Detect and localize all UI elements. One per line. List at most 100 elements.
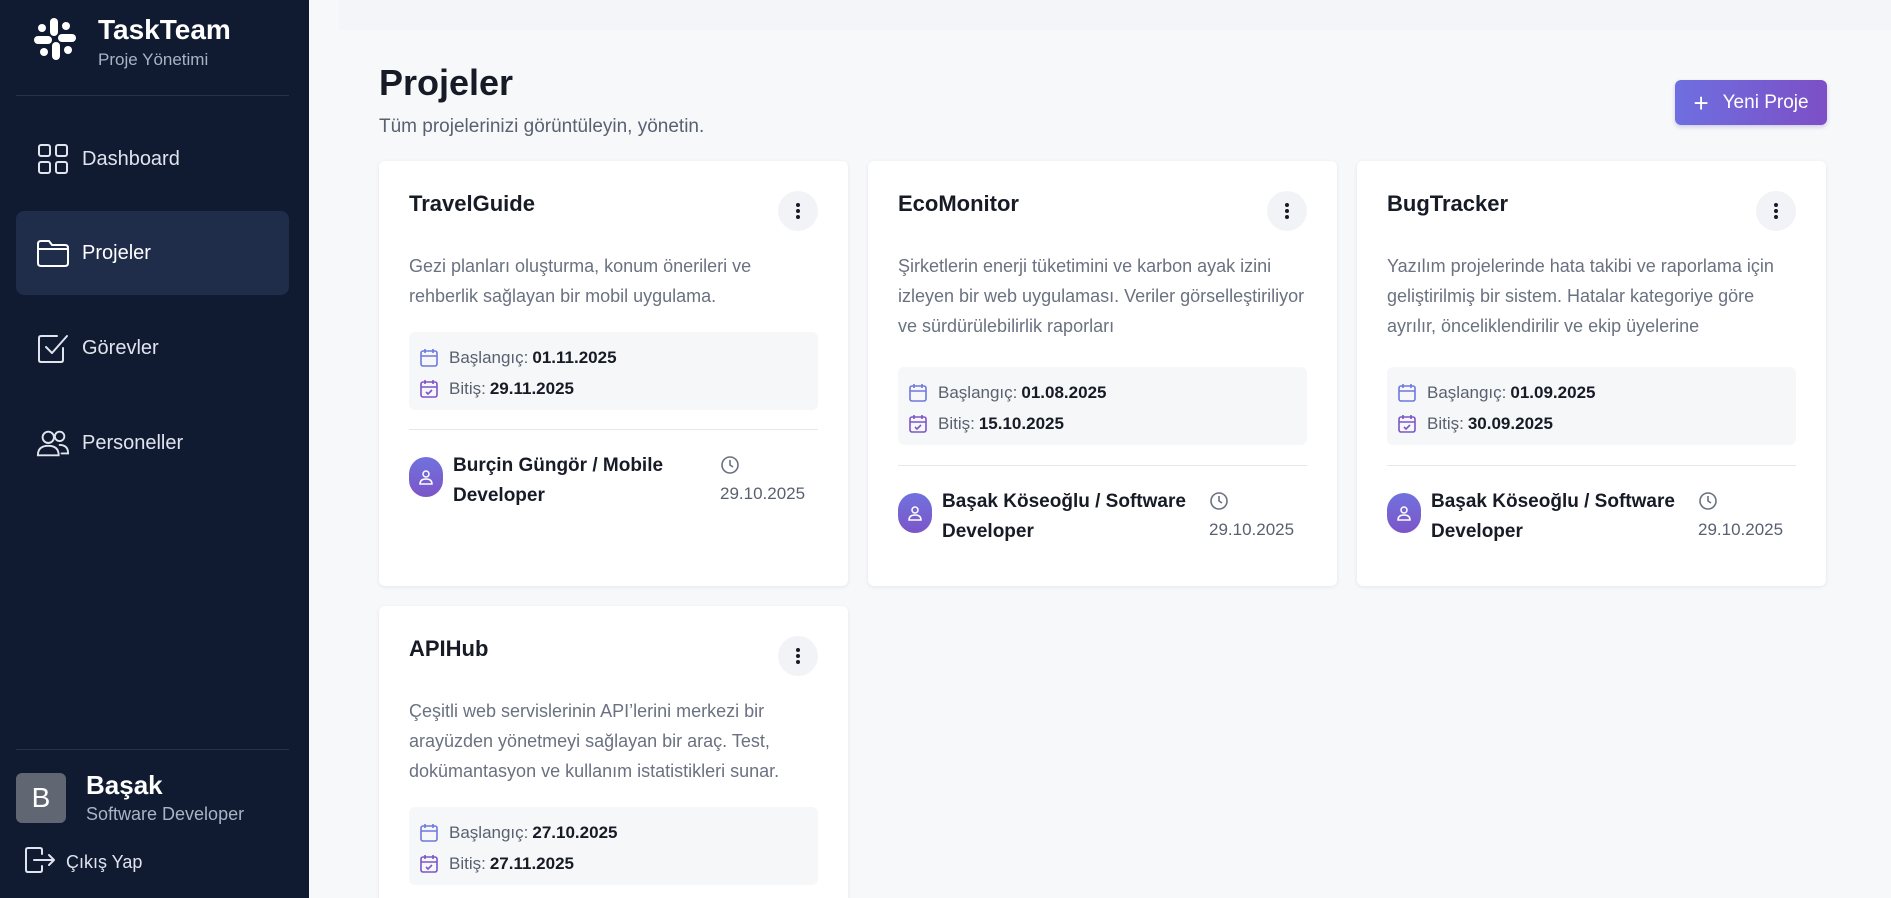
- start-date-row: Başlangıç: 01.09.2025: [1397, 377, 1796, 408]
- end-date-row: Bitiş: 29.11.2025: [419, 373, 818, 404]
- start-date: 01.09.2025: [1510, 382, 1596, 402]
- kebab-menu-icon: [796, 203, 800, 219]
- users-icon: [36, 426, 70, 460]
- plus-icon: +: [1693, 87, 1709, 118]
- project-title: EcoMonitor: [898, 191, 1019, 216]
- sidebar: TaskTeam Proje Yönetimi Dashboard Projel…: [0, 0, 309, 898]
- slack-logo-icon: [34, 18, 76, 60]
- project-dates: Başlangıç: 01.11.2025 Bitiş: 29.11.2025: [409, 332, 818, 410]
- start-date-row: Başlangıç: 27.10.2025: [419, 817, 818, 848]
- project-dates: Başlangıç: 01.09.2025 Bitiş: 30.09.2025: [1387, 367, 1796, 445]
- user-name: Başak: [86, 770, 163, 800]
- end-label: Bitiş:: [449, 378, 486, 398]
- start-label: Başlangıç:: [449, 347, 529, 367]
- project-card[interactable]: BugTracker Yazılım projelerinde hata tak…: [1357, 161, 1826, 586]
- new-project-button[interactable]: + Yeni Proje: [1675, 80, 1827, 125]
- sidebar-item-gorevler[interactable]: Görevler: [16, 306, 289, 390]
- sidebar-item-label: Görevler: [82, 336, 159, 359]
- created-info: 29.10.2025: [720, 455, 810, 504]
- page-title: Projeler: [379, 62, 514, 103]
- project-card[interactable]: TravelGuide Gezi planları oluşturma, kon…: [379, 161, 848, 586]
- user-role: Software Developer: [86, 804, 245, 824]
- end-date-row: Bitiş: 27.11.2025: [419, 848, 818, 879]
- calendar-check-icon: [909, 414, 927, 433]
- folder-icon: [36, 236, 70, 270]
- logout-button[interactable]: Çıkış Yap: [24, 846, 142, 879]
- project-owner: Başak Köseoğlu / Software Developer: [898, 487, 1212, 547]
- sidebar-divider: [16, 749, 289, 750]
- more-options-button[interactable]: [778, 636, 818, 676]
- project-owner: Başak Köseoğlu / Software Developer: [1387, 487, 1701, 547]
- start-date-row: Başlangıç: 01.11.2025: [419, 342, 818, 373]
- start-date: 01.11.2025: [532, 347, 617, 367]
- card-divider: [898, 465, 1307, 466]
- sidebar-item-dashboard[interactable]: Dashboard: [16, 117, 289, 201]
- end-label: Bitiş:: [938, 413, 975, 433]
- created-date: 29.10.2025: [1209, 520, 1295, 539]
- start-label: Başlangıç:: [1427, 382, 1507, 402]
- kebab-menu-icon: [1774, 203, 1778, 219]
- owner-name: Başak Köseoğlu / Software Developer: [942, 491, 1186, 542]
- start-label: Başlangıç:: [938, 382, 1018, 402]
- sidebar-item-personeller[interactable]: Personeller: [16, 401, 289, 485]
- start-date: 01.08.2025: [1021, 382, 1107, 402]
- end-date: 27.11.2025: [489, 853, 574, 873]
- user-avatar-icon: [1387, 493, 1421, 533]
- start-label: Başlangıç:: [449, 822, 529, 842]
- project-card[interactable]: EcoMonitor Şirketlerin enerji tüketimini…: [868, 161, 1337, 586]
- kebab-menu-icon: [1285, 203, 1289, 219]
- calendar-check-icon: [420, 854, 438, 873]
- start-date: 27.10.2025: [532, 822, 618, 842]
- sidebar-item-label: Projeler: [82, 241, 151, 264]
- project-dates: Başlangıç: 27.10.2025 Bitiş: 27.11.2025: [409, 807, 818, 885]
- kebab-menu-icon: [796, 648, 800, 664]
- clock-icon: [721, 456, 739, 474]
- owner-name: Başak Köseoğlu / Software Developer: [1431, 491, 1675, 542]
- start-date-row: Başlangıç: 01.08.2025: [908, 377, 1307, 408]
- sidebar-item-projeler[interactable]: Projeler: [16, 211, 289, 295]
- calendar-icon: [420, 348, 438, 367]
- card-divider: [409, 429, 818, 430]
- created-info: 29.10.2025: [1209, 491, 1299, 540]
- project-card[interactable]: APIHub Çeşitli web servislerinin API’ler…: [379, 606, 848, 898]
- user-avatar-icon: [409, 457, 443, 497]
- calendar-icon: [420, 823, 438, 842]
- project-description: Şirketlerin enerji tüketimini ve karbon …: [898, 256, 1305, 336]
- clock-icon: [1210, 492, 1228, 510]
- brand-name: TaskTeam: [98, 14, 231, 45]
- clock-icon: [1699, 492, 1717, 510]
- end-date: 29.11.2025: [489, 378, 574, 398]
- more-options-button[interactable]: [778, 191, 818, 231]
- end-label: Bitiş:: [1427, 413, 1464, 433]
- project-title: BugTracker: [1387, 191, 1509, 216]
- end-date-row: Bitiş: 30.09.2025: [1397, 408, 1796, 439]
- checkbox-icon: [36, 331, 70, 365]
- logout-label: Çıkış Yap: [66, 852, 143, 872]
- project-owner: Burçin Güngör / Mobile Developer: [409, 451, 713, 511]
- project-dates: Başlangıç: 01.08.2025 Bitiş: 15.10.2025: [898, 367, 1307, 445]
- project-description: Yazılım projelerinde hata takibi ve rapo…: [1387, 256, 1774, 336]
- end-date-row: Bitiş: 15.10.2025: [908, 408, 1307, 439]
- owner-name: Burçin Güngör / Mobile Developer: [453, 455, 664, 506]
- dashboard-grid-icon: [36, 142, 70, 176]
- logout-icon: [24, 846, 56, 879]
- calendar-check-icon: [420, 379, 438, 398]
- created-date: 29.10.2025: [1698, 520, 1784, 539]
- more-options-button[interactable]: [1756, 191, 1796, 231]
- user-profile[interactable]: B Başak Software Developer: [16, 770, 244, 825]
- avatar: B: [16, 772, 66, 823]
- sidebar-item-label: Dashboard: [82, 147, 180, 170]
- project-description: Gezi planları oluşturma, konum önerileri…: [409, 256, 752, 306]
- end-date: 30.09.2025: [1467, 413, 1553, 433]
- more-options-button[interactable]: [1267, 191, 1307, 231]
- created-info: 29.10.2025: [1698, 491, 1788, 540]
- calendar-check-icon: [1398, 414, 1416, 433]
- project-description: Çeşitli web servislerinin API’lerini mer…: [409, 701, 780, 781]
- end-label: Bitiş:: [449, 853, 486, 873]
- project-title: APIHub: [409, 636, 489, 661]
- brand[interactable]: TaskTeam Proje Yönetimi: [32, 12, 231, 70]
- brand-subtitle: Proje Yönetimi: [98, 50, 209, 69]
- sidebar-item-label: Personeller: [82, 431, 184, 454]
- sidebar-divider: [16, 95, 289, 96]
- card-divider: [1387, 465, 1796, 466]
